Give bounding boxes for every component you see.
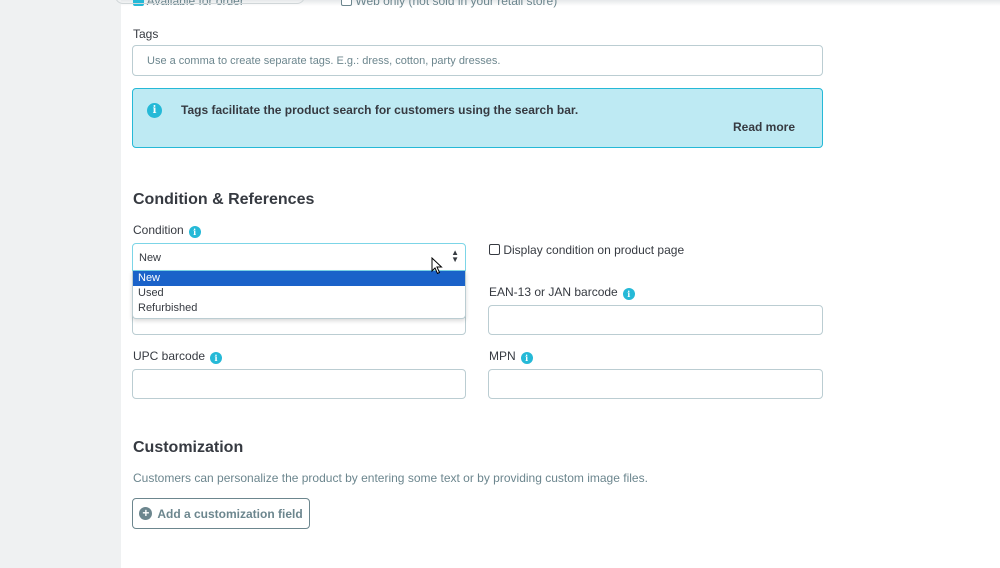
display-condition-checkbox[interactable] — [489, 244, 500, 255]
customization-section-title: Customization — [133, 439, 244, 456]
read-more-link[interactable]: Read more — [733, 120, 795, 134]
web-only-checkbox[interactable] — [341, 0, 352, 6]
mpn-field — [488, 369, 823, 399]
tags-info-text: Tags facilitate the product search for c… — [181, 103, 579, 117]
condition-option-used[interactable]: Used — [133, 286, 465, 301]
tags-field — [132, 45, 823, 76]
web-only-label: Web only (not sold in your retail store) — [355, 0, 558, 8]
condition-select[interactable]: New ▲ ▼ — [132, 243, 466, 271]
display-condition-option[interactable]: Display condition on product page — [489, 243, 684, 257]
mpn-label: MPN — [489, 349, 516, 363]
ean-label: EAN-13 or JAN barcode — [489, 285, 618, 299]
upc-input[interactable] — [133, 370, 465, 398]
upc-field — [132, 369, 466, 399]
tooltip-edge — [115, 0, 305, 4]
ean-input[interactable] — [489, 306, 822, 334]
add-customization-field-button[interactable]: + Add a customization field — [132, 498, 310, 529]
info-circle-icon: i — [147, 103, 162, 118]
condition-option-refurbished[interactable]: Refurbished — [133, 301, 465, 316]
left-sidebar-gutter — [0, 0, 121, 568]
select-arrows-icon: ▲ ▼ — [451, 248, 459, 264]
product-options-panel: Available for order Web only (not sold i… — [115, 0, 1000, 568]
plus-circle-icon: + — [139, 507, 153, 520]
condition-label-row: Condition i — [133, 223, 201, 238]
web-only-option[interactable]: Web only (not sold in your retail store) — [341, 0, 557, 8]
add-customization-field-label: Add a customization field — [157, 506, 303, 521]
condition-section-title: Condition & References — [133, 191, 315, 208]
display-condition-label: Display condition on product page — [503, 243, 685, 257]
ean-field — [488, 305, 823, 335]
mpn-help-icon[interactable]: i — [520, 352, 533, 364]
mouse-cursor-icon — [431, 257, 443, 275]
condition-option-new[interactable]: New — [133, 271, 465, 286]
tags-label: Tags — [133, 27, 159, 41]
tags-input[interactable] — [133, 46, 822, 75]
condition-help-icon[interactable]: i — [188, 226, 201, 238]
mpn-input[interactable] — [489, 370, 822, 398]
ean-label-row: EAN-13 or JAN barcode i — [489, 285, 635, 300]
condition-dropdown-list: New Used Refurbished — [132, 271, 466, 319]
condition-select-value: New — [139, 252, 162, 264]
customization-description: Customers can personalize the product by… — [133, 471, 648, 485]
upc-label: UPC barcode — [133, 349, 206, 363]
tags-info-alert: i Tags facilitate the product search for… — [132, 88, 823, 148]
upc-help-icon[interactable]: i — [210, 352, 223, 364]
upc-label-row: UPC barcode i — [133, 349, 223, 364]
condition-label: Condition — [133, 223, 184, 237]
mpn-label-row: MPN i — [489, 349, 533, 364]
ean-help-icon[interactable]: i — [622, 288, 635, 300]
